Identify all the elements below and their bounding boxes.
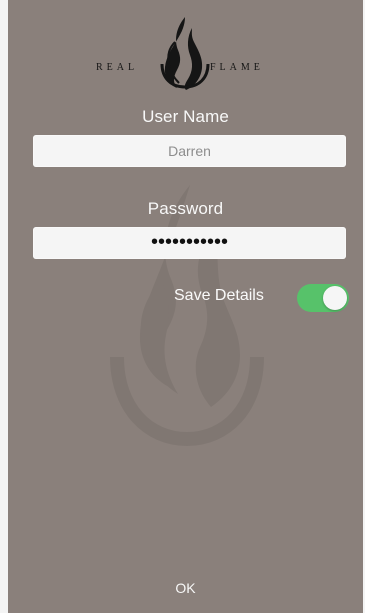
username-field[interactable]: Darren — [33, 135, 346, 167]
ok-button[interactable]: OK — [8, 574, 363, 602]
save-details-label: Save Details — [174, 287, 264, 304]
login-screen: REAL FLAME User Name Darren Password •••… — [8, 0, 363, 613]
save-details-toggle[interactable] — [297, 284, 349, 312]
username-label: User Name — [142, 107, 229, 126]
real-flame-logo: REAL FLAME — [8, 15, 363, 90]
logo-left-word: REAL — [96, 62, 139, 73]
flame-logo-icon — [160, 17, 210, 90]
password-field[interactable]: ••••••••••• — [33, 227, 346, 259]
toggle-knob — [323, 286, 347, 310]
device-frame: REAL FLAME User Name Darren Password •••… — [0, 0, 365, 613]
password-label: Password — [147, 199, 224, 218]
logo-right-word: FLAME — [210, 62, 264, 73]
